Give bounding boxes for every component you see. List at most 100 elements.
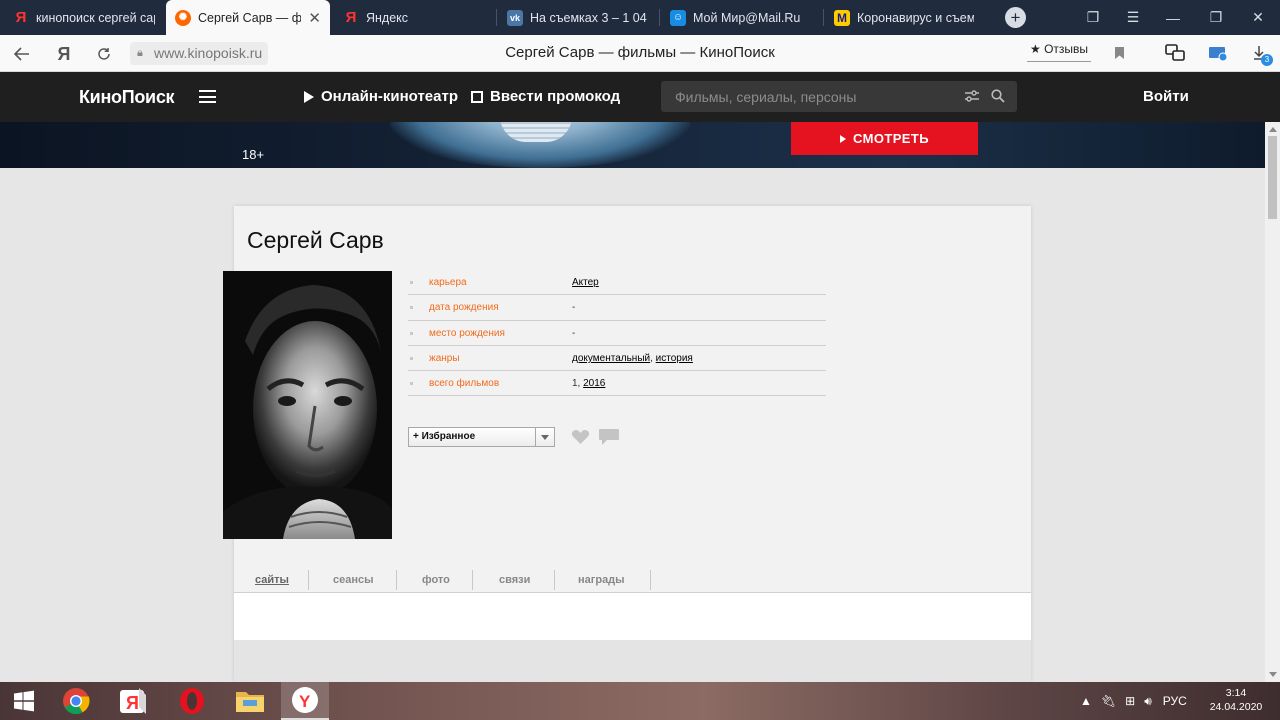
info-row-birth-place: место рождения - xyxy=(408,321,826,346)
browser-tab[interactable]: M Коронавирус и съемки xyxy=(825,0,983,35)
tab-title: кинопоиск сергей сарв xyxy=(36,10,155,25)
browser-tab[interactable]: Я кинопоиск сергей сарв xyxy=(4,0,164,35)
url-text: www.kinopoisk.ru xyxy=(154,45,263,61)
windows-icon xyxy=(14,690,34,712)
scroll-down-icon[interactable] xyxy=(1269,672,1277,677)
subtab-sites[interactable]: сайты xyxy=(255,574,289,586)
address-bar: Я 🔒︎ www.kinopoisk.ru Сергей Сарв — филь… xyxy=(0,35,1280,72)
search-input[interactable] xyxy=(661,81,951,112)
site-header: КиноПоиск Онлайн-кинотеатр Ввести промок… xyxy=(0,72,1280,122)
windows-taskbar: Я Y ▲ 🔌︎ ⊞ 🔊︎ РУС 3:14 24.04.2020 xyxy=(0,682,1280,720)
close-tab-icon[interactable]: ✕ xyxy=(308,9,321,27)
subtab-photo[interactable]: фото xyxy=(422,574,450,586)
opera-icon xyxy=(180,688,204,714)
tabs-menu-icon[interactable]: ❐ xyxy=(1073,0,1113,35)
bullet-icon xyxy=(410,356,413,360)
reviews-button[interactable]: ★ Отзывы xyxy=(1027,40,1092,62)
promo-banner[interactable]: 18+ xyxy=(0,122,1280,168)
nav-promo-code[interactable]: Ввести промокод xyxy=(471,88,620,105)
minimize-icon[interactable]: — xyxy=(1153,0,1193,35)
watch-button-label: СМОТРЕТЬ xyxy=(853,131,929,146)
yandex-browser-app[interactable]: Y xyxy=(281,682,329,720)
browser-tab-active[interactable]: ✺ Сергей Сарв — фильмы ✕ xyxy=(166,0,330,35)
downloads-icon[interactable]: 3 xyxy=(1247,41,1273,66)
person-name: Сергей Сарв xyxy=(247,227,384,253)
hamburger-menu-icon[interactable] xyxy=(199,90,216,103)
start-button[interactable] xyxy=(0,682,48,720)
yandex-app[interactable]: Я xyxy=(109,682,157,720)
browser-tab[interactable]: Я Яндекс xyxy=(334,0,494,35)
year-link[interactable]: 2016 xyxy=(583,378,605,389)
subtab-divider xyxy=(396,570,397,590)
login-button[interactable]: Войти xyxy=(1143,88,1189,105)
volume-icon[interactable]: 🔊︎ xyxy=(1144,694,1152,709)
browser-tab-strip: Я кинопоиск сергей сарв ✺ Сергей Сарв — … xyxy=(0,0,1280,35)
browser-tab[interactable]: ☺ Мой Мир@Mail.Ru xyxy=(661,0,821,35)
info-key: жанры xyxy=(429,352,460,364)
kinopoisk-logo[interactable]: КиноПоиск xyxy=(79,87,175,108)
comment-icon[interactable] xyxy=(598,428,620,446)
filter-icon[interactable] xyxy=(964,89,980,103)
restore-icon[interactable]: ❐ xyxy=(1196,0,1236,35)
language-indicator[interactable]: РУС xyxy=(1163,694,1187,708)
file-explorer-app[interactable] xyxy=(226,682,274,720)
yandex-button[interactable]: Я xyxy=(51,41,77,67)
subtab-sessions[interactable]: сеансы xyxy=(333,574,374,586)
browser-tab[interactable]: vk На съемках 3 – 1 044 xyxy=(498,0,656,35)
bullet-icon xyxy=(410,382,413,386)
favorites-dropdown[interactable]: + Избранное xyxy=(408,427,555,447)
nav-label: Онлайн-кинотеатр xyxy=(321,88,458,105)
chrome-app[interactable] xyxy=(52,682,100,720)
scroll-thumb[interactable] xyxy=(1268,136,1277,219)
clock-time: 3:14 xyxy=(1225,687,1247,699)
chevron-up-icon[interactable]: ▲ xyxy=(1080,694,1092,708)
chevron-down-icon[interactable] xyxy=(535,428,554,446)
page-scrollbar[interactable] xyxy=(1265,122,1280,682)
subtab-connections[interactable]: связи xyxy=(499,574,530,586)
tab-title: Сергей Сарв — фильмы xyxy=(198,10,302,25)
scroll-up-icon[interactable] xyxy=(1269,127,1277,132)
new-tab-button[interactable]: + xyxy=(1005,7,1026,28)
nav-label: Ввести промокод xyxy=(490,88,621,105)
tab-title: Мой Мир@Mail.Ru xyxy=(693,10,801,25)
subtab-divider xyxy=(650,570,651,590)
search-icon[interactable] xyxy=(991,89,1005,103)
network-icon[interactable]: ⊞ xyxy=(1125,694,1135,708)
close-window-icon[interactable]: ✕ xyxy=(1238,0,1278,35)
heart-icon[interactable] xyxy=(571,429,590,445)
film-count-prefix: 1, xyxy=(572,378,584,390)
taskbar-clock[interactable]: 3:14 24.04.2020 xyxy=(1196,686,1276,714)
play-icon xyxy=(304,90,314,103)
lock-icon[interactable]: 🔒︎ xyxy=(137,42,143,65)
genre-link[interactable]: документальный xyxy=(572,353,650,364)
downloads-badge: 3 xyxy=(1261,54,1273,66)
kinopoisk-icon: ✺ xyxy=(175,9,191,26)
browser-menu-icon[interactable]: ☰ xyxy=(1113,0,1153,35)
yandex-icon: Я xyxy=(15,9,27,26)
moymir-icon: ☺ xyxy=(670,9,686,26)
person-photo[interactable] xyxy=(223,271,392,539)
info-row-career: карьера Актер xyxy=(408,270,826,296)
system-tray: ▲ 🔌︎ ⊞ 🔊︎ РУС xyxy=(1080,682,1187,720)
info-key: всего фильмов xyxy=(429,378,500,390)
reload-button[interactable] xyxy=(91,41,117,67)
info-row-genres: жанры документальный, история xyxy=(408,346,826,372)
url-field[interactable]: 🔒︎ www.kinopoisk.ru xyxy=(130,42,269,65)
bookmark-icon[interactable] xyxy=(1107,41,1131,65)
favorites-dropdown-label: + Избранное xyxy=(413,431,476,442)
back-button[interactable] xyxy=(9,41,35,67)
arrow-left-icon xyxy=(14,47,29,61)
power-icon[interactable]: 🔌︎ xyxy=(1101,694,1116,708)
subtab-awards[interactable]: награды xyxy=(578,574,625,586)
info-key: карьера xyxy=(429,277,467,288)
mail-icon[interactable] xyxy=(1206,41,1230,65)
watch-button[interactable]: СМОТРЕТЬ xyxy=(791,122,978,155)
genre-link[interactable]: история xyxy=(656,353,693,364)
opera-app[interactable] xyxy=(168,682,216,720)
bullet-icon xyxy=(410,306,413,310)
person-subtabs: сайты сеансы фото связи награды xyxy=(234,568,1031,592)
nav-online-cinema[interactable]: Онлайн-кинотеатр xyxy=(304,88,458,105)
career-link[interactable]: Актер xyxy=(572,277,599,288)
translate-icon[interactable] xyxy=(1163,41,1187,65)
info-row-total-films: всего фильмов 1, 2016 xyxy=(408,371,826,397)
